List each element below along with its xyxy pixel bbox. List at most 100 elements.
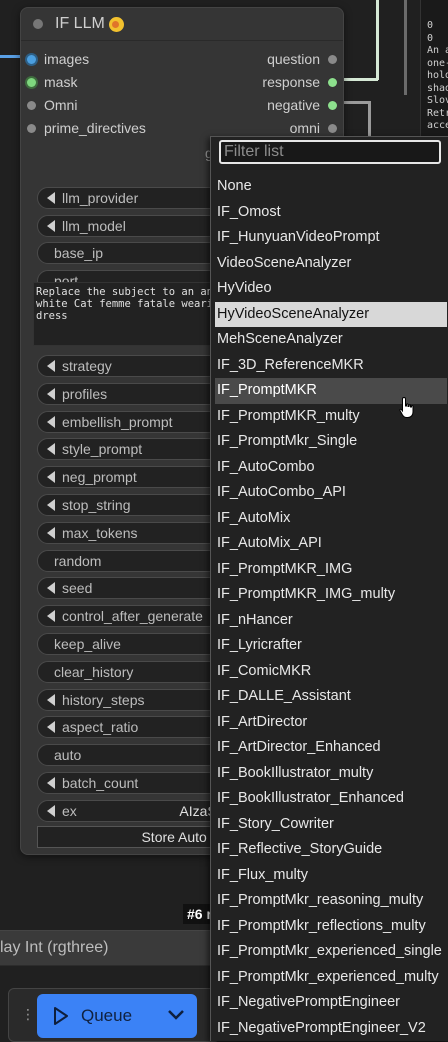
- dropdown-option[interactable]: MehSceneAnalyzer: [215, 327, 447, 353]
- dropdown-option[interactable]: IF_BookIllustrator_Enhanced: [215, 786, 447, 812]
- input-slot-images[interactable]: images: [27, 48, 89, 70]
- dropdown-option[interactable]: IF_AutoMix: [215, 506, 447, 532]
- decrement-arrow-icon[interactable]: [47, 610, 55, 623]
- dropdown-option[interactable]: HyVideoSceneAnalyzer: [215, 301, 447, 327]
- filter-list-input-box[interactable]: [219, 140, 441, 164]
- widget-label: embellish_prompt: [62, 413, 173, 430]
- input-dot-icon[interactable]: [27, 100, 36, 110]
- dropdown-option[interactable]: IF_HunyuanVideoPrompt: [215, 225, 447, 251]
- link-wire: [340, 101, 370, 104]
- decrement-arrow-icon[interactable]: [47, 360, 55, 372]
- output-slot-response[interactable]: response: [262, 71, 337, 93]
- chevron-down-icon[interactable]: [167, 1006, 185, 1026]
- widget-label: auto: [54, 747, 82, 764]
- play-icon: [54, 1007, 68, 1025]
- preview-text-panel: 00An aone-holdshadSlovRetracce: [420, 0, 448, 140]
- input-slot-prime_directives[interactable]: prime_directives: [27, 117, 146, 139]
- decrement-arrow-icon[interactable]: [47, 693, 55, 706]
- decrement-arrow-icon[interactable]: [47, 471, 55, 484]
- dropdown-option[interactable]: IF_Lyricrafter: [215, 633, 447, 659]
- dropdown-option[interactable]: IF_PromptMKR_IMG_multy: [215, 582, 447, 608]
- filter-input[interactable]: [224, 142, 439, 162]
- dropdown-option[interactable]: IF_AutoCombo_API: [215, 480, 447, 506]
- output-dot-icon[interactable]: [328, 123, 337, 133]
- dropdown-option[interactable]: IF_Flux_multy: [215, 863, 447, 889]
- widget-label: aspect_ratio: [62, 719, 139, 736]
- dropdown-option[interactable]: VideoSceneAnalyzer: [215, 251, 447, 277]
- display-int-node-title[interactable]: lay Int (rgthree): [0, 930, 210, 966]
- widget-label: control_after_generate: [62, 608, 203, 625]
- widget-label: seed: [62, 580, 93, 597]
- profiles-dropdown-menu[interactable]: NoneIF_OmostIF_HunyuanVideoPromptVideoSc…: [210, 136, 448, 1041]
- output-slot-negative[interactable]: negative: [267, 94, 337, 116]
- preview-text-line: Retr: [427, 107, 448, 119]
- dropdown-option[interactable]: IF_PromptMKR_IMG: [215, 557, 447, 583]
- input-slot-Omni[interactable]: Omni: [27, 94, 77, 116]
- output-label: response: [262, 74, 320, 90]
- queue-button[interactable]: Queue: [37, 994, 197, 1038]
- input-slot-mask[interactable]: mask: [27, 71, 77, 93]
- node-title: IF LLM: [55, 15, 105, 32]
- queue-toolbar: ⋮ Queue: [8, 988, 220, 1042]
- widget-label: stop_string: [62, 497, 131, 513]
- dropdown-option[interactable]: IF_Story_Cowriter: [215, 812, 447, 838]
- dropdown-option[interactable]: IF_PromptMkr_reflections_multy: [215, 914, 447, 940]
- link-wire: [376, 0, 379, 80]
- decrement-arrow-icon[interactable]: [47, 387, 55, 400]
- input-label: mask: [44, 74, 78, 90]
- preview-text-line: one-: [427, 57, 448, 69]
- dropdown-option[interactable]: IF_BookIllustrator_multy: [215, 761, 447, 787]
- output-dot-icon[interactable]: [328, 54, 337, 64]
- node-title-bar[interactable]: IF LLM: [21, 8, 343, 41]
- widget-label: profiles: [62, 385, 108, 402]
- output-slot-question[interactable]: question: [267, 48, 337, 70]
- decrement-arrow-icon[interactable]: [47, 582, 55, 595]
- input-label: prime_directives: [44, 120, 146, 136]
- decrement-arrow-icon[interactable]: [47, 721, 55, 734]
- dropdown-option[interactable]: IF_ComicMKR: [215, 659, 447, 685]
- preview-text-line: acce: [427, 120, 448, 131]
- dropdown-option[interactable]: IF_3D_ReferenceMKR: [215, 353, 447, 379]
- dropdown-option[interactable]: IF_PromptMkr_reasoning_multy: [215, 888, 447, 914]
- dropdown-option[interactable]: IF_DALLE_Assistant: [215, 684, 447, 710]
- link-wire: [404, 0, 407, 95]
- dropdown-option[interactable]: IF_AutoMix_API: [215, 531, 447, 557]
- drag-handle-icon[interactable]: ⋮: [21, 1007, 35, 1021]
- dropdown-option[interactable]: IF_Reflective_StoryGuide: [215, 837, 447, 863]
- dropdown-option[interactable]: None: [215, 174, 447, 200]
- widget-label: history_steps: [62, 691, 145, 708]
- preview-text-line: Slov: [427, 95, 448, 106]
- input-dot-icon[interactable]: [27, 54, 36, 64]
- dropdown-option[interactable]: IF_PromptMkr_experienced_single: [215, 939, 447, 965]
- preview-text-line: shad: [427, 82, 448, 94]
- widget-label: max_tokens: [62, 524, 138, 541]
- widget-label: llm_model: [62, 217, 126, 234]
- preview-text-line: An a: [427, 45, 448, 56]
- decrement-arrow-icon[interactable]: [47, 443, 55, 456]
- input-dot-icon[interactable]: [27, 123, 36, 133]
- dropdown-option[interactable]: IF_ArtDirector: [215, 710, 447, 736]
- output-dot-icon[interactable]: [328, 77, 337, 87]
- dropdown-option[interactable]: IF_PromptMkr_Single: [215, 429, 447, 455]
- collapse-dot-icon[interactable]: [33, 19, 43, 29]
- dropdown-option[interactable]: HyVideo: [215, 276, 447, 302]
- dropdown-option[interactable]: IF_nHancer: [215, 608, 447, 634]
- decrement-arrow-icon[interactable]: [47, 415, 55, 428]
- decrement-arrow-icon[interactable]: [47, 192, 55, 204]
- decrement-arrow-icon[interactable]: [47, 526, 55, 539]
- dropdown-option[interactable]: IF_PromptMkr_experienced_multy: [215, 965, 447, 991]
- input-label: Omni: [44, 97, 78, 113]
- decrement-arrow-icon[interactable]: [47, 804, 55, 817]
- decrement-arrow-icon[interactable]: [47, 219, 55, 232]
- dropdown-option[interactable]: IF_ArtDirector_Enhanced: [215, 735, 447, 761]
- preview-text-line: 0: [427, 32, 434, 44]
- dropdown-option[interactable]: IF_NegativePromptEngineer_V2: [215, 1016, 447, 1042]
- dropdown-option[interactable]: IF_NegativePromptEngineer: [215, 990, 447, 1016]
- output-dot-icon[interactable]: [328, 100, 337, 110]
- input-dot-icon[interactable]: [27, 77, 36, 87]
- widget-label: random: [54, 552, 102, 569]
- dropdown-option[interactable]: IF_Omost: [215, 200, 447, 226]
- decrement-arrow-icon[interactable]: [47, 499, 55, 511]
- dropdown-option[interactable]: IF_AutoCombo: [215, 455, 447, 481]
- decrement-arrow-icon[interactable]: [47, 777, 55, 789]
